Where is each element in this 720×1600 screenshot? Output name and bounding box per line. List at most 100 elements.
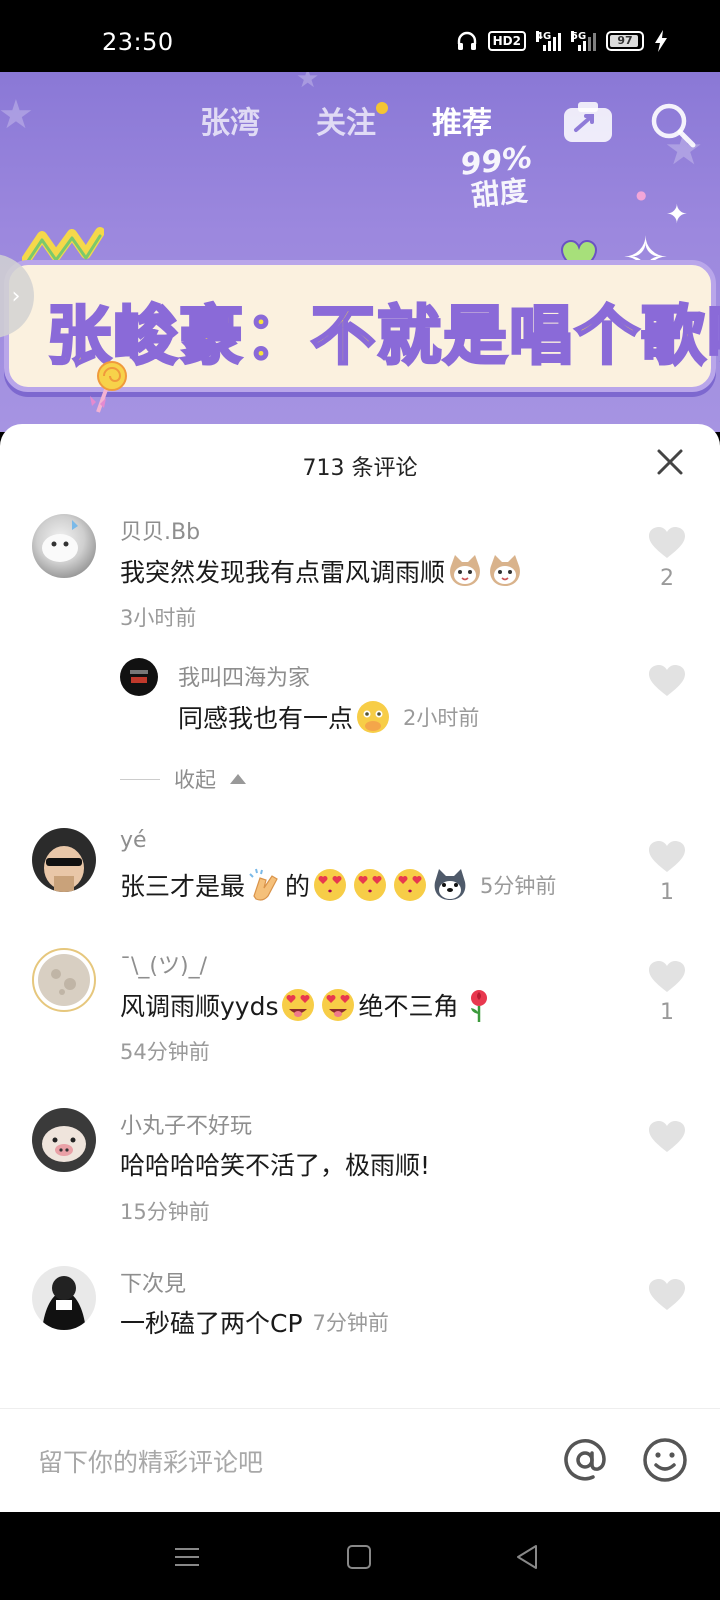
- banner-title: 张峻豪：不就是唱个歌嘛: [46, 299, 720, 376]
- comment-author[interactable]: 贝贝.Bb: [120, 514, 200, 546]
- sparkle-decoration: ✦: [666, 200, 688, 230]
- like-button[interactable]: 1: [646, 960, 688, 1025]
- avatar[interactable]: [32, 514, 96, 578]
- tab-following-label: 关注: [316, 106, 376, 141]
- heart-icon: [649, 961, 685, 992]
- top-nav: 张湾 关注 推荐: [200, 98, 492, 142]
- like-count: 2: [660, 566, 674, 591]
- tab-zhangwan[interactable]: 张湾: [200, 98, 260, 142]
- comment-time: 15分钟前: [120, 1200, 210, 1224]
- comment-text: 哈哈哈哈笑不活了，极雨顺!: [120, 1151, 431, 1180]
- chevron-right-icon: ›: [11, 283, 21, 309]
- clap-emoji: [249, 868, 278, 901]
- status-bar: 23:50 HD2 4G 5G 97: [0, 0, 720, 72]
- system-nav-bar: [0, 1512, 720, 1600]
- rose-emoji: [470, 990, 487, 1022]
- comment-text: 风调雨顺yyds 绝不三角: [120, 986, 499, 1024]
- camera-icon[interactable]: [562, 100, 614, 144]
- collapse-label: 收起: [174, 768, 216, 792]
- like-button[interactable]: [646, 1120, 688, 1158]
- back-icon[interactable]: [512, 1542, 542, 1572]
- avatar[interactable]: [32, 1108, 96, 1172]
- home-icon[interactable]: [344, 1542, 374, 1572]
- like-count: 1: [660, 880, 674, 905]
- comment-time: 7分钟前: [312, 1311, 389, 1335]
- notification-dot: [376, 102, 388, 114]
- hd-icon: HD2: [487, 31, 526, 51]
- comment-text: 一秒磕了两个CP 7分钟前: [120, 1304, 389, 1340]
- comments-sheet: 713 条评论 贝贝.Bb 我突然发现我有点雷风调雨顺 3小时前 2 我叫四海为…: [0, 424, 720, 1512]
- comment-text: 我突然发现我有点雷风调雨顺: [120, 552, 525, 590]
- emoji-icon[interactable]: [640, 1435, 690, 1485]
- like-button[interactable]: 1: [646, 840, 688, 905]
- star-decoration: ★: [296, 72, 320, 94]
- comment-text-part1: 张三才是最: [120, 872, 246, 901]
- heart-eyes-tongue-emoji: [282, 989, 315, 1021]
- heart-eyes-emoji: [314, 869, 347, 901]
- signal-4g-label: 4G: [536, 31, 552, 42]
- signal-5g-icon: 5G: [571, 31, 596, 51]
- sweetness-label: 99% 甜度: [459, 140, 537, 213]
- comment-author[interactable]: 下次見: [120, 1266, 186, 1298]
- cat-emoji: [490, 555, 520, 586]
- heart-icon: [649, 1121, 685, 1152]
- comment-input[interactable]: 留下你的精彩评论吧: [38, 1443, 263, 1479]
- comment-time: 5分钟前: [480, 874, 557, 898]
- like-button[interactable]: 2: [646, 526, 688, 591]
- at-mention-icon[interactable]: [560, 1435, 610, 1485]
- comment-author[interactable]: 小丸子不好玩: [120, 1108, 252, 1140]
- heart-eyes-tongue-emoji: [322, 989, 355, 1021]
- avatar[interactable]: [32, 948, 96, 1012]
- tab-recommend[interactable]: 推荐: [432, 98, 492, 142]
- comment-text: 张三才是最 的 5分钟前: [120, 866, 556, 904]
- battery-icon: 97: [606, 31, 644, 51]
- heart-icon: [649, 527, 685, 558]
- battery-level: 97: [617, 34, 633, 47]
- comment-text-content: 一秒磕了两个CP: [120, 1309, 303, 1338]
- menu-icon[interactable]: [172, 1542, 202, 1572]
- heart-icon: [649, 841, 685, 872]
- comment-text-part2: 绝不三角: [358, 992, 459, 1021]
- caret-up-icon: [230, 774, 246, 784]
- comment-time: 54分钟前: [120, 1040, 210, 1064]
- heart-icon: [649, 665, 685, 696]
- heart-icon: [649, 1279, 685, 1310]
- husky-emoji: [434, 869, 466, 900]
- avatar[interactable]: [120, 658, 158, 696]
- dot-decoration: ●: [636, 188, 647, 202]
- collapse-replies[interactable]: 收起: [120, 764, 246, 794]
- divider: [120, 778, 160, 780]
- comment-text-content: 同感我也有一点: [178, 704, 354, 733]
- signal-5g-label: 5G: [571, 31, 587, 42]
- comment-text-part2: 的: [285, 872, 311, 901]
- comment-author[interactable]: 我叫四海为家: [178, 660, 310, 692]
- status-icons: HD2 4G 5G 97: [456, 30, 668, 52]
- headphone-icon: [457, 31, 476, 50]
- search-icon[interactable]: [650, 102, 696, 148]
- tab-following[interactable]: 关注: [316, 98, 388, 142]
- like-count: 1: [660, 1000, 674, 1025]
- comment-time: 2小时前: [403, 706, 480, 730]
- like-button[interactable]: [646, 664, 688, 702]
- close-icon[interactable]: [654, 446, 686, 478]
- charging-icon: [655, 30, 667, 52]
- video-player[interactable]: ★ ★ ★ ✦ ✧ ● ● 张湾 关注 推荐 99% 甜度 张峻豪：不就是唱个歌…: [0, 72, 720, 432]
- comment-text-content: 我突然发现我有点雷风调雨顺: [120, 558, 446, 587]
- avatar[interactable]: [32, 828, 96, 892]
- like-button[interactable]: [646, 1278, 688, 1316]
- heart-eyes-emoji: [394, 869, 427, 901]
- comment-text-part1: 风调雨顺yyds: [120, 992, 279, 1021]
- lollipop-decoration: [90, 361, 127, 413]
- comment-time: 3小时前: [120, 606, 197, 630]
- comments-count-title: 713 条评论: [302, 456, 418, 481]
- comment-author[interactable]: ¯\_(ツ)_/: [120, 948, 207, 980]
- sweetness-text: 甜度: [469, 174, 530, 213]
- comment-author[interactable]: yé: [120, 828, 147, 853]
- avatar[interactable]: [32, 1266, 96, 1330]
- comment-text: 同感我也有一点 2小时前: [178, 698, 479, 736]
- comment-input-bar: 留下你的精彩评论吧: [0, 1408, 720, 1512]
- star-decoration: ★: [0, 92, 34, 138]
- cat-emoji: [450, 555, 480, 586]
- status-time: 23:50: [102, 28, 174, 56]
- signal-4g-icon: 4G: [536, 31, 561, 51]
